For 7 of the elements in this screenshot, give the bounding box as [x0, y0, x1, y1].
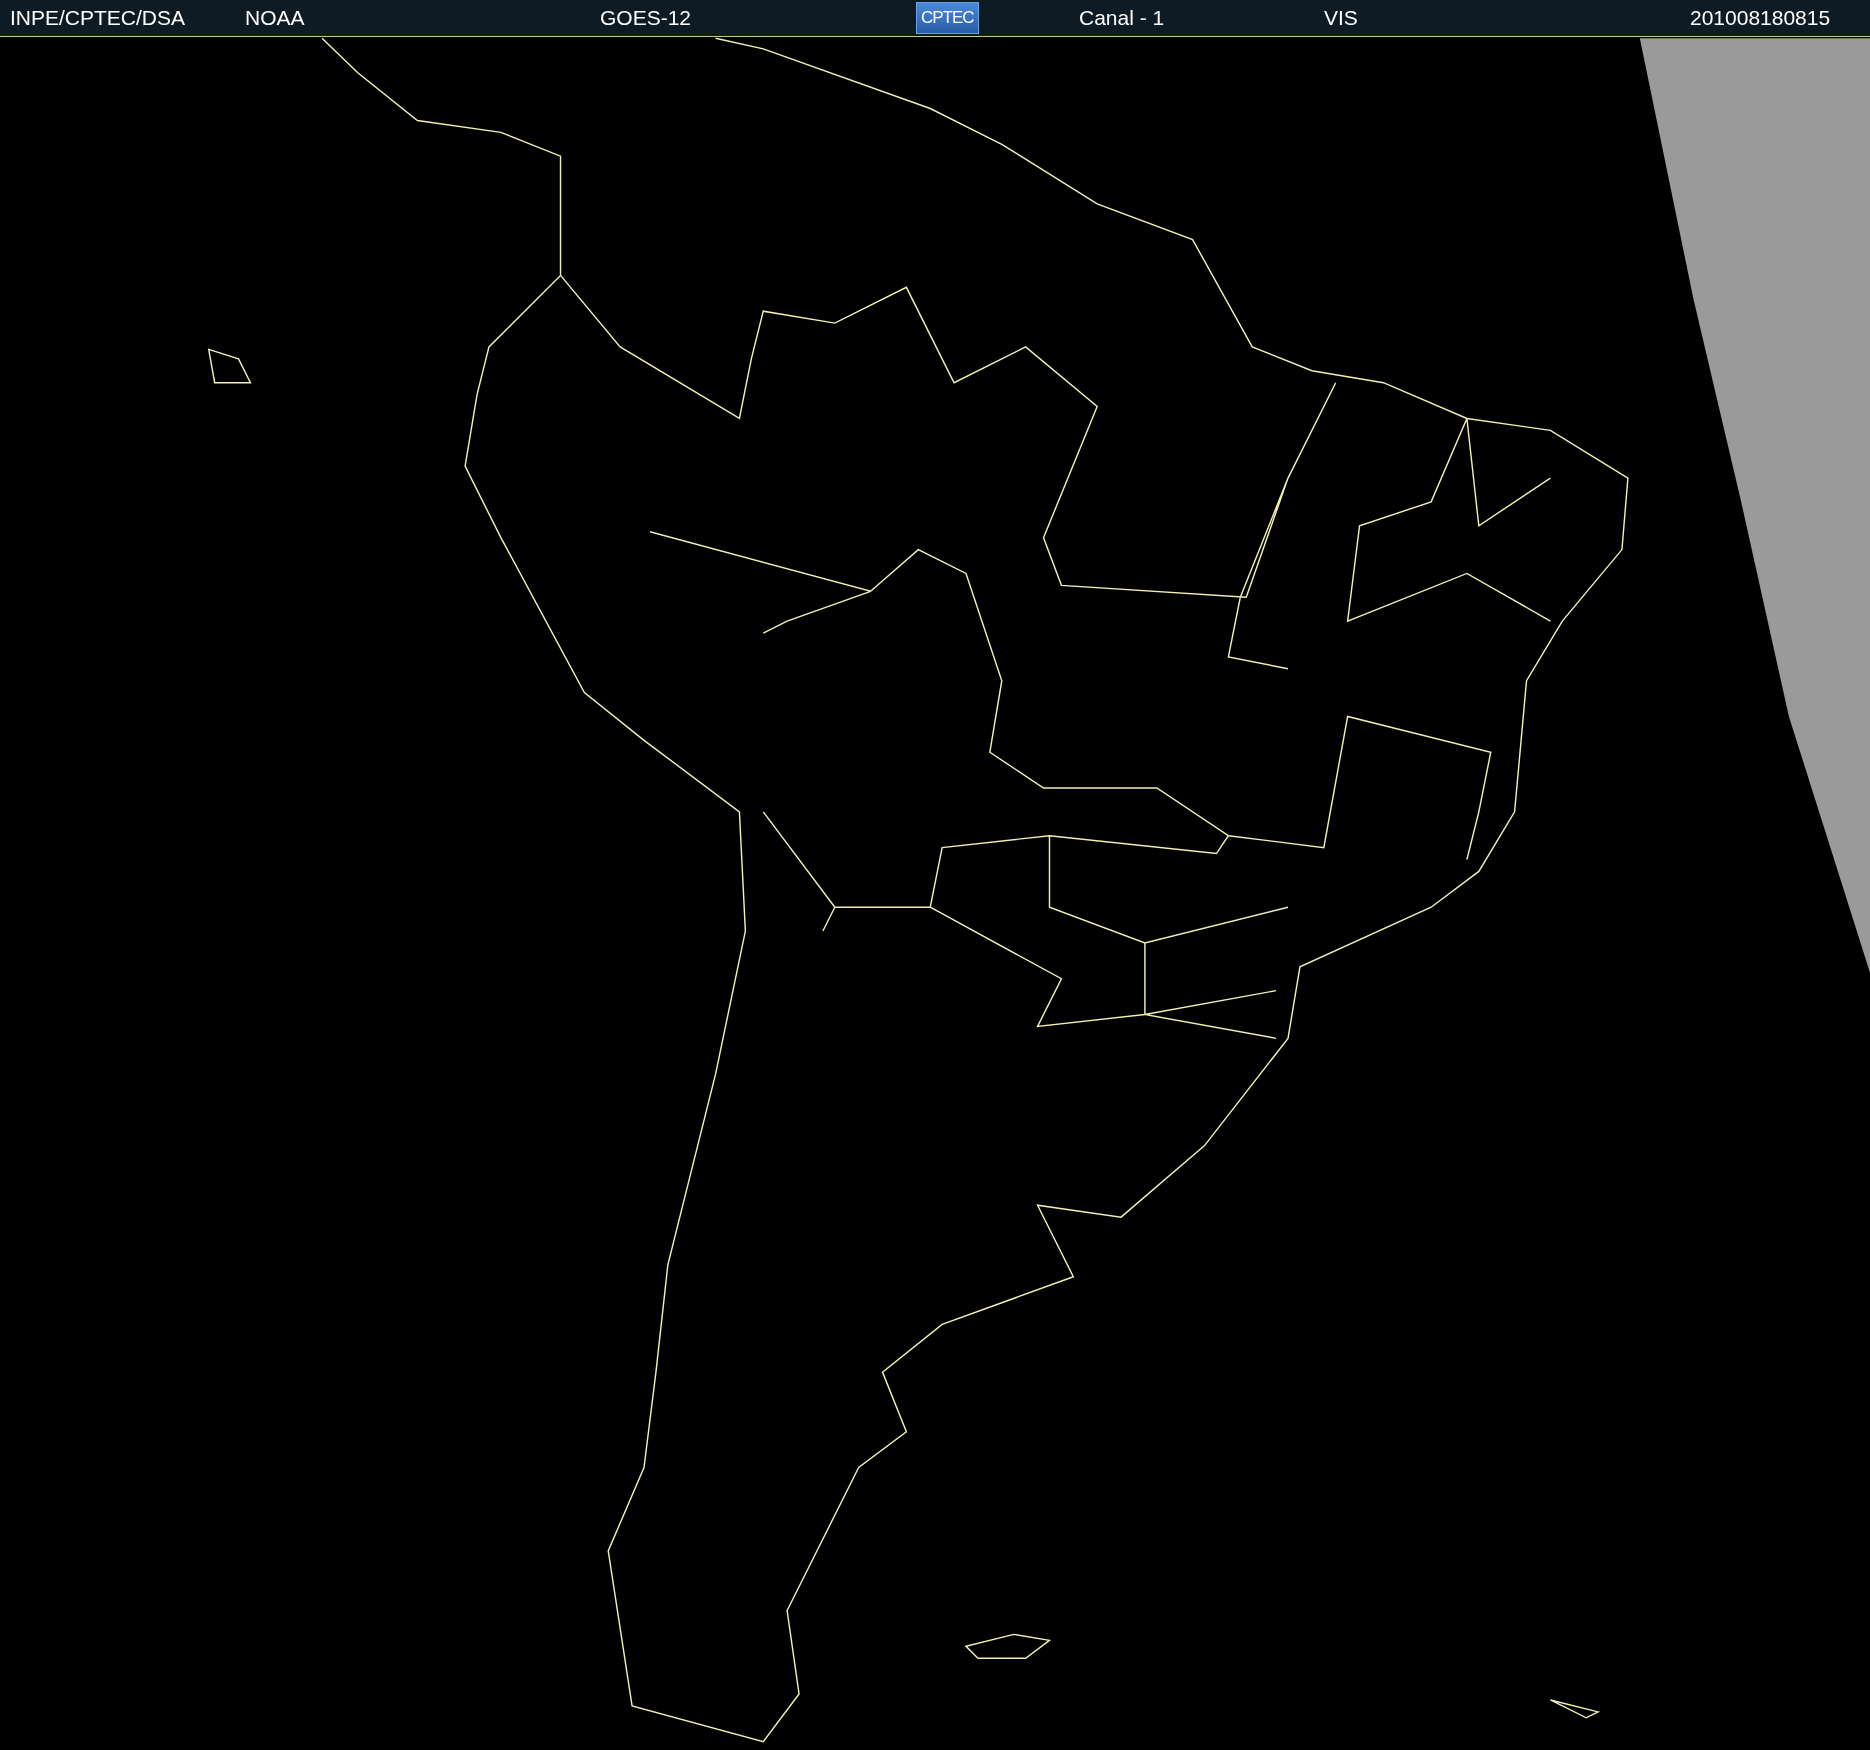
header-label: NOAA	[245, 6, 306, 30]
header-label: Canal - 1	[1079, 6, 1166, 30]
header-label: GOES-12	[600, 6, 693, 30]
header-label: 201008180815	[1690, 6, 1832, 30]
logo: CPTEC	[916, 2, 979, 34]
header-label: VIS	[1324, 6, 1359, 30]
header-label: INPE/CPTEC/DSA	[10, 6, 187, 30]
